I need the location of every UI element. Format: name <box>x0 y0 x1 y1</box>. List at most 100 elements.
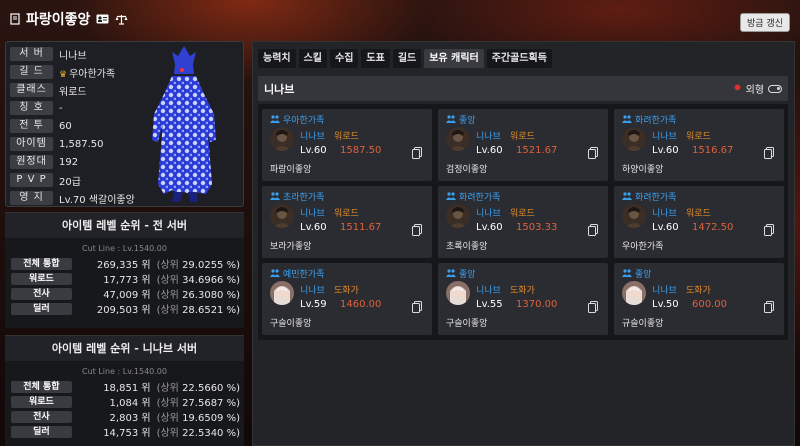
bookmark-icon[interactable] <box>10 13 20 25</box>
tab-weekly-gold[interactable]: 주간골드획득 <box>486 49 552 68</box>
copy-icon[interactable] <box>588 147 598 162</box>
card-server: 니나브 <box>476 132 501 142</box>
card-character-name[interactable]: 구슬이좋앙 <box>270 316 311 329</box>
character-card[interactable]: 예민한가족 니나브 도화가 Lv.59 1460.00 구슬이좋앙 <box>262 263 432 335</box>
card-character-name[interactable]: 파랑이좋앙 <box>270 162 311 175</box>
character-card[interactable]: 화려한가족 니나브 워로드 Lv.60 1472.50 우아한가족 <box>614 186 784 258</box>
card-guild[interactable]: 좋앙 <box>446 267 476 280</box>
card-guild[interactable]: 좋앙 <box>622 267 652 280</box>
info-label: 영 지 <box>10 191 53 205</box>
copy-icon[interactable] <box>588 224 598 239</box>
copy-icon[interactable] <box>764 224 774 239</box>
card-guild[interactable]: 화려한가족 <box>446 190 500 203</box>
card-guild[interactable]: 예민한가족 <box>270 267 324 280</box>
character-portrait <box>446 281 470 305</box>
people-icon <box>622 114 632 125</box>
card-item-level: 1370.00 <box>516 299 558 310</box>
character-card[interactable]: 화려한가족 니나브 워로드 Lv.60 1503.33 초록이좋앙 <box>438 186 608 258</box>
card-character-name[interactable]: 하양이좋앙 <box>622 162 663 175</box>
card-guild[interactable]: 화려한가족 <box>622 190 676 203</box>
rank-value: 2,803 위 <box>109 413 151 424</box>
rank-value: 18,851 위 <box>103 383 151 394</box>
card-character-name[interactable]: 보라가좋앙 <box>270 239 311 252</box>
card-character-name[interactable]: 구슬이좋앙 <box>446 316 487 329</box>
tab-skills[interactable]: 스킬 <box>298 49 328 68</box>
info-value: Lv.70 색갈이좋앙 <box>59 194 135 206</box>
rank-value: 47,009 위 <box>103 290 151 301</box>
percentile-prefix: (상위 <box>156 398 179 409</box>
tab-owned-characters[interactable]: 보유 캐릭터 <box>424 49 484 68</box>
sun-icon: ✹ <box>733 83 742 94</box>
crown-icon: ♛ <box>59 69 68 80</box>
character-card[interactable]: 우아한가족 니나브 워로드 Lv.60 1587.50 파랑이좋앙 <box>262 109 432 181</box>
percentile-prefix: (상위 <box>156 275 179 286</box>
copy-icon[interactable] <box>588 301 598 316</box>
scale-icon[interactable] <box>115 14 128 25</box>
percentile-value: 28.6521 %) <box>182 305 240 316</box>
card-guild-name: 좋앙 <box>459 116 476 126</box>
card-server: 니나브 <box>300 209 325 219</box>
card-guild[interactable]: 우아한가족 <box>270 113 324 126</box>
copy-icon[interactable] <box>764 301 774 316</box>
tab-chart[interactable]: 도표 <box>361 49 390 68</box>
copy-icon[interactable] <box>412 301 422 316</box>
people-icon <box>446 191 456 202</box>
character-portrait <box>622 204 646 228</box>
copy-icon[interactable] <box>412 147 422 162</box>
info-label: P V P <box>10 173 53 187</box>
character-card[interactable]: 초라한가족 니나브 워로드 Lv.60 1511.67 보라가좋앙 <box>262 186 432 258</box>
appearance-toggle[interactable] <box>768 84 782 93</box>
rank-value: 269,335 위 <box>96 260 151 271</box>
character-card[interactable]: 좋앙 니나브 도화가 Lv.50 600.00 규슬이좋앙 <box>614 263 784 335</box>
character-card[interactable]: 좋앙 니나브 워로드 Lv.60 1521.67 검정이좋앙 <box>438 109 608 181</box>
tab-guild[interactable]: 길드 <box>392 49 422 68</box>
percentile-value: 22.5660 %) <box>182 383 240 394</box>
ranking-server-panel: 아이템 레벨 순위 - 니나브 서버 Cut Line : Lv.1540.00… <box>5 335 244 446</box>
refresh-button[interactable]: 방금 갱신 <box>740 13 790 32</box>
card-class: 워로드 <box>334 209 359 219</box>
character-card[interactable]: 좋앙 니나브 도화가 Lv.55 1370.00 구슬이좋앙 <box>438 263 608 335</box>
card-guild-name: 화려한가족 <box>635 193 677 203</box>
card-guild[interactable]: 화려한가족 <box>622 113 676 126</box>
percentile-prefix: (상위 <box>156 428 179 439</box>
card-guild-name: 예민한가족 <box>283 270 325 280</box>
card-character-name[interactable]: 검정이좋앙 <box>446 162 487 175</box>
tab-collection[interactable]: 수집 <box>330 49 359 68</box>
id-card-icon[interactable] <box>96 14 109 24</box>
character-card[interactable]: 화려한가족 니나브 워로드 Lv.60 1516.67 하양이좋앙 <box>614 109 784 181</box>
people-icon <box>270 268 280 279</box>
character-portrait <box>622 281 646 305</box>
card-guild[interactable]: 좋앙 <box>446 113 476 126</box>
info-row-title: 칭 호 - <box>10 100 63 116</box>
card-character-name[interactable]: 우아한가족 <box>622 239 663 252</box>
rank-percentile: (상위 34.6966 %) <box>157 271 240 286</box>
card-item-level: 600.00 <box>692 299 727 310</box>
percentile-value: 26.3080 %) <box>182 290 240 301</box>
percentile-value: 27.5687 %) <box>182 398 240 409</box>
server-name: 니나브 <box>264 82 295 96</box>
card-item-level: 1521.67 <box>516 145 558 156</box>
percentile-prefix: (상위 <box>156 290 179 301</box>
card-character-name[interactable]: 초록이좋앙 <box>446 239 487 252</box>
card-server: 니나브 <box>652 286 677 296</box>
card-class: 워로드 <box>510 209 535 219</box>
info-row-expedition: 원정대 192 <box>10 154 78 170</box>
info-row-estate: 영 지 Lv.70 색갈이좋앙 <box>10 190 135 206</box>
card-class: 워로드 <box>510 132 535 142</box>
percentile-value: 22.5340 %) <box>182 428 240 439</box>
card-guild-name: 화려한가족 <box>459 193 501 203</box>
copy-icon[interactable] <box>764 147 774 162</box>
appearance-toggle-group[interactable]: ✹ 외형 <box>733 81 782 96</box>
card-guild-name: 초라한가족 <box>283 193 325 203</box>
tab-stats[interactable]: 능력치 <box>258 49 296 68</box>
card-server: 니나브 <box>476 209 501 219</box>
info-label: 전 투 <box>10 119 53 133</box>
card-level: Lv.60 <box>476 145 503 156</box>
copy-icon[interactable] <box>412 224 422 239</box>
rank-row: 전사 47,009 위 (상위 26.3080 %) <box>5 286 244 301</box>
info-value[interactable]: 우아한가족 <box>69 69 115 80</box>
card-character-name[interactable]: 규슬이좋앙 <box>622 316 663 329</box>
character-name-title: 파랑이좋앙 <box>26 12 91 28</box>
card-guild[interactable]: 초라한가족 <box>270 190 324 203</box>
card-item-level: 1503.33 <box>516 222 558 233</box>
